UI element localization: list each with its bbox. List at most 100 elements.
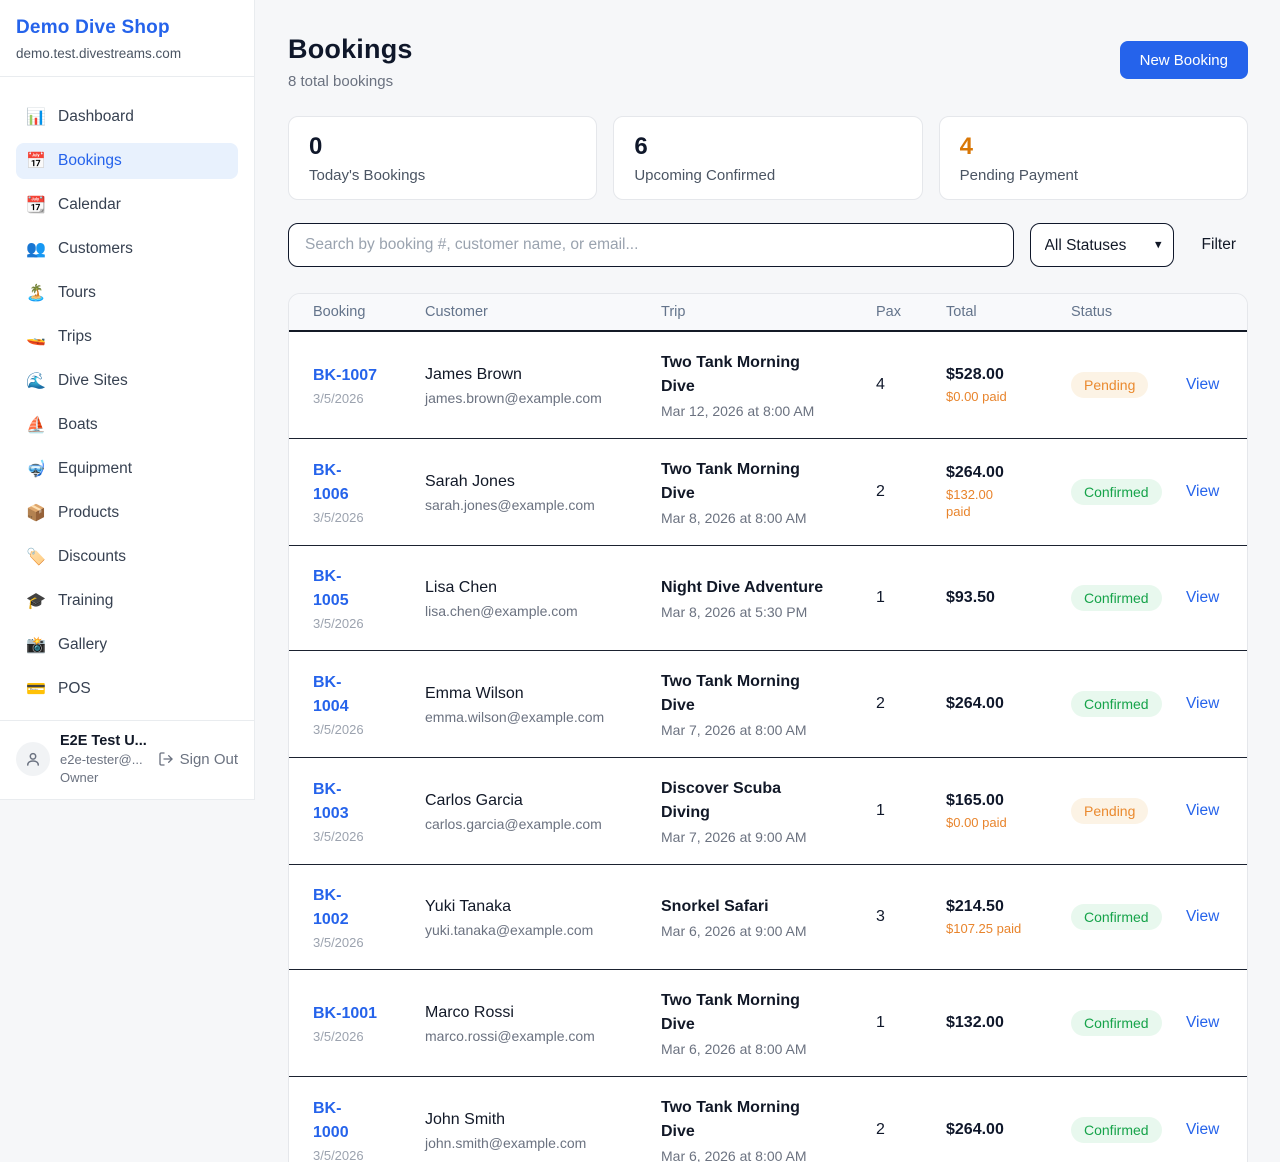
customer-email: lisa.chen@example.com <box>425 603 661 619</box>
sidebar-item-customers[interactable]: 👥 Customers <box>16 231 238 267</box>
table-row: BK- 1002 3/5/2026 Yuki Tanaka yuki.tanak… <box>289 865 1247 970</box>
trip-datetime: Mar 6, 2026 at 8:00 AM <box>661 1041 876 1057</box>
column-header-trip: Trip <box>661 304 876 320</box>
sidebar-item-boats[interactable]: ⛵ Boats <box>16 407 238 443</box>
actions-cell: View <box>1186 376 1223 394</box>
view-link[interactable]: View <box>1186 483 1219 500</box>
page-subtitle: 8 total bookings <box>288 73 413 90</box>
trip-datetime: Mar 6, 2026 at 9:00 AM <box>661 923 876 939</box>
booking-cell: BK-1001 3/5/2026 <box>313 1002 425 1044</box>
table-row: BK-1007 3/5/2026 James Brown james.brown… <box>289 332 1247 439</box>
user-email: e2e-tester@... <box>60 752 147 767</box>
stat-label: Today's Bookings <box>309 167 576 184</box>
brand-name: Demo Dive Shop <box>16 17 238 39</box>
sidebar-item-equipment[interactable]: 🤿 Equipment <box>16 451 238 487</box>
paid-amount: $0.00 paid <box>946 814 1071 831</box>
sidebar-item-pos[interactable]: 💳 POS <box>16 671 238 707</box>
sidebar-item-products[interactable]: 📦 Products <box>16 495 238 531</box>
tours-icon: 🏝️ <box>26 283 46 303</box>
pax-cell: 2 <box>876 695 946 713</box>
search-input[interactable] <box>288 223 1014 267</box>
customer-email: john.smith@example.com <box>425 1135 661 1151</box>
booking-date: 3/5/2026 <box>313 1148 425 1162</box>
dashboard-icon: 📊 <box>26 107 46 127</box>
pax-cell: 1 <box>876 589 946 607</box>
sidebar-item-label: Training <box>58 592 113 610</box>
sidebar-item-gallery[interactable]: 📸 Gallery <box>16 627 238 663</box>
main-content: Bookings 8 total bookings New Booking 0 … <box>255 0 1280 1162</box>
booking-cell: BK- 1004 3/5/2026 <box>313 671 425 737</box>
total-amount: $165.00 <box>946 792 1071 810</box>
sidebar-item-label: Customers <box>58 240 133 258</box>
sidebar-item-calendar[interactable]: 📆 Calendar <box>16 187 238 223</box>
customer-name: Emma Wilson <box>425 683 661 705</box>
actions-cell: View <box>1186 802 1223 820</box>
total-cell: $264.00 <box>946 695 1071 713</box>
trip-name: Two Tank Morning Dive <box>661 989 876 1037</box>
view-link[interactable]: View <box>1186 695 1219 712</box>
new-booking-button[interactable]: New Booking <box>1120 41 1248 79</box>
filter-button[interactable]: Filter <box>1190 236 1248 254</box>
booking-id-link[interactable]: BK- 1003 <box>313 778 349 826</box>
view-link[interactable]: View <box>1186 376 1219 393</box>
total-cell: $165.00 $0.00 paid <box>946 792 1071 831</box>
sidebar-item-label: Dive Sites <box>58 372 128 390</box>
trip-name: Two Tank Morning Dive <box>661 458 876 506</box>
sidebar-item-tours[interactable]: 🏝️ Tours <box>16 275 238 311</box>
status-cell: Confirmed <box>1071 691 1186 717</box>
total-cell: $264.00 $132.00 paid <box>946 464 1071 520</box>
view-link[interactable]: View <box>1186 589 1219 606</box>
total-amount: $93.50 <box>946 589 1071 607</box>
trip-cell: Snorkel Safari Mar 6, 2026 at 9:00 AM <box>661 895 876 939</box>
user-info: E2E Test U... e2e-tester@... Owner <box>60 733 147 785</box>
table-body: BK-1007 3/5/2026 James Brown james.brown… <box>289 332 1247 1162</box>
view-link[interactable]: View <box>1186 1121 1219 1138</box>
stat-value: 0 <box>309 132 576 162</box>
customer-cell: James Brown james.brown@example.com <box>425 364 661 406</box>
booking-id-link[interactable]: BK-1001 <box>313 1002 377 1026</box>
booking-id-link[interactable]: BK- 1006 <box>313 459 349 507</box>
sidebar-item-trips[interactable]: 🚤 Trips <box>16 319 238 355</box>
booking-date: 3/5/2026 <box>313 1029 425 1044</box>
training-icon: 🎓 <box>26 591 46 611</box>
view-link[interactable]: View <box>1186 802 1219 819</box>
customers-icon: 👥 <box>26 239 46 259</box>
sidebar-nav: 📊 Dashboard 📅 Bookings 📆 Calendar 👥 Cust… <box>0 77 254 720</box>
sign-out-button[interactable]: Sign Out <box>158 751 238 768</box>
status-cell: Confirmed <box>1071 904 1186 930</box>
table-row: BK- 1006 3/5/2026 Sarah Jones sarah.jone… <box>289 439 1247 546</box>
status-badge: Confirmed <box>1071 904 1162 930</box>
booking-id-link[interactable]: BK- 1000 <box>313 1097 349 1145</box>
total-cell: $264.00 <box>946 1121 1071 1139</box>
booking-cell: BK- 1006 3/5/2026 <box>313 459 425 525</box>
sidebar-item-training[interactable]: 🎓 Training <box>16 583 238 619</box>
sidebar-item-dashboard[interactable]: 📊 Dashboard <box>16 99 238 135</box>
bookings-icon: 📅 <box>26 151 46 171</box>
status-cell: Pending <box>1071 372 1186 398</box>
booking-cell: BK- 1005 3/5/2026 <box>313 565 425 631</box>
status-select[interactable]: All Statuses <box>1030 223 1174 267</box>
booking-id-link[interactable]: BK- 1005 <box>313 565 349 613</box>
customer-email: carlos.garcia@example.com <box>425 816 661 832</box>
booking-date: 3/5/2026 <box>313 510 425 525</box>
actions-cell: View <box>1186 1121 1223 1139</box>
sidebar-item-dive-sites[interactable]: 🌊 Dive Sites <box>16 363 238 399</box>
view-link[interactable]: View <box>1186 908 1219 925</box>
trip-datetime: Mar 8, 2026 at 8:00 AM <box>661 510 876 526</box>
status-cell: Confirmed <box>1071 479 1186 505</box>
total-amount: $528.00 <box>946 366 1071 384</box>
sign-out-icon <box>158 751 174 767</box>
booking-id-link[interactable]: BK- 1002 <box>313 884 349 932</box>
column-header-total: Total <box>946 304 1071 320</box>
customer-cell: Carlos Garcia carlos.garcia@example.com <box>425 790 661 832</box>
total-amount: $264.00 <box>946 1121 1071 1139</box>
customer-cell: Sarah Jones sarah.jones@example.com <box>425 471 661 513</box>
sidebar-item-bookings[interactable]: 📅 Bookings <box>16 143 238 179</box>
sidebar-item-label: POS <box>58 680 91 698</box>
booking-id-link[interactable]: BK- 1004 <box>313 671 349 719</box>
actions-cell: View <box>1186 695 1223 713</box>
sidebar-item-discounts[interactable]: 🏷️ Discounts <box>16 539 238 575</box>
products-icon: 📦 <box>26 503 46 523</box>
booking-id-link[interactable]: BK-1007 <box>313 364 377 388</box>
view-link[interactable]: View <box>1186 1014 1219 1031</box>
